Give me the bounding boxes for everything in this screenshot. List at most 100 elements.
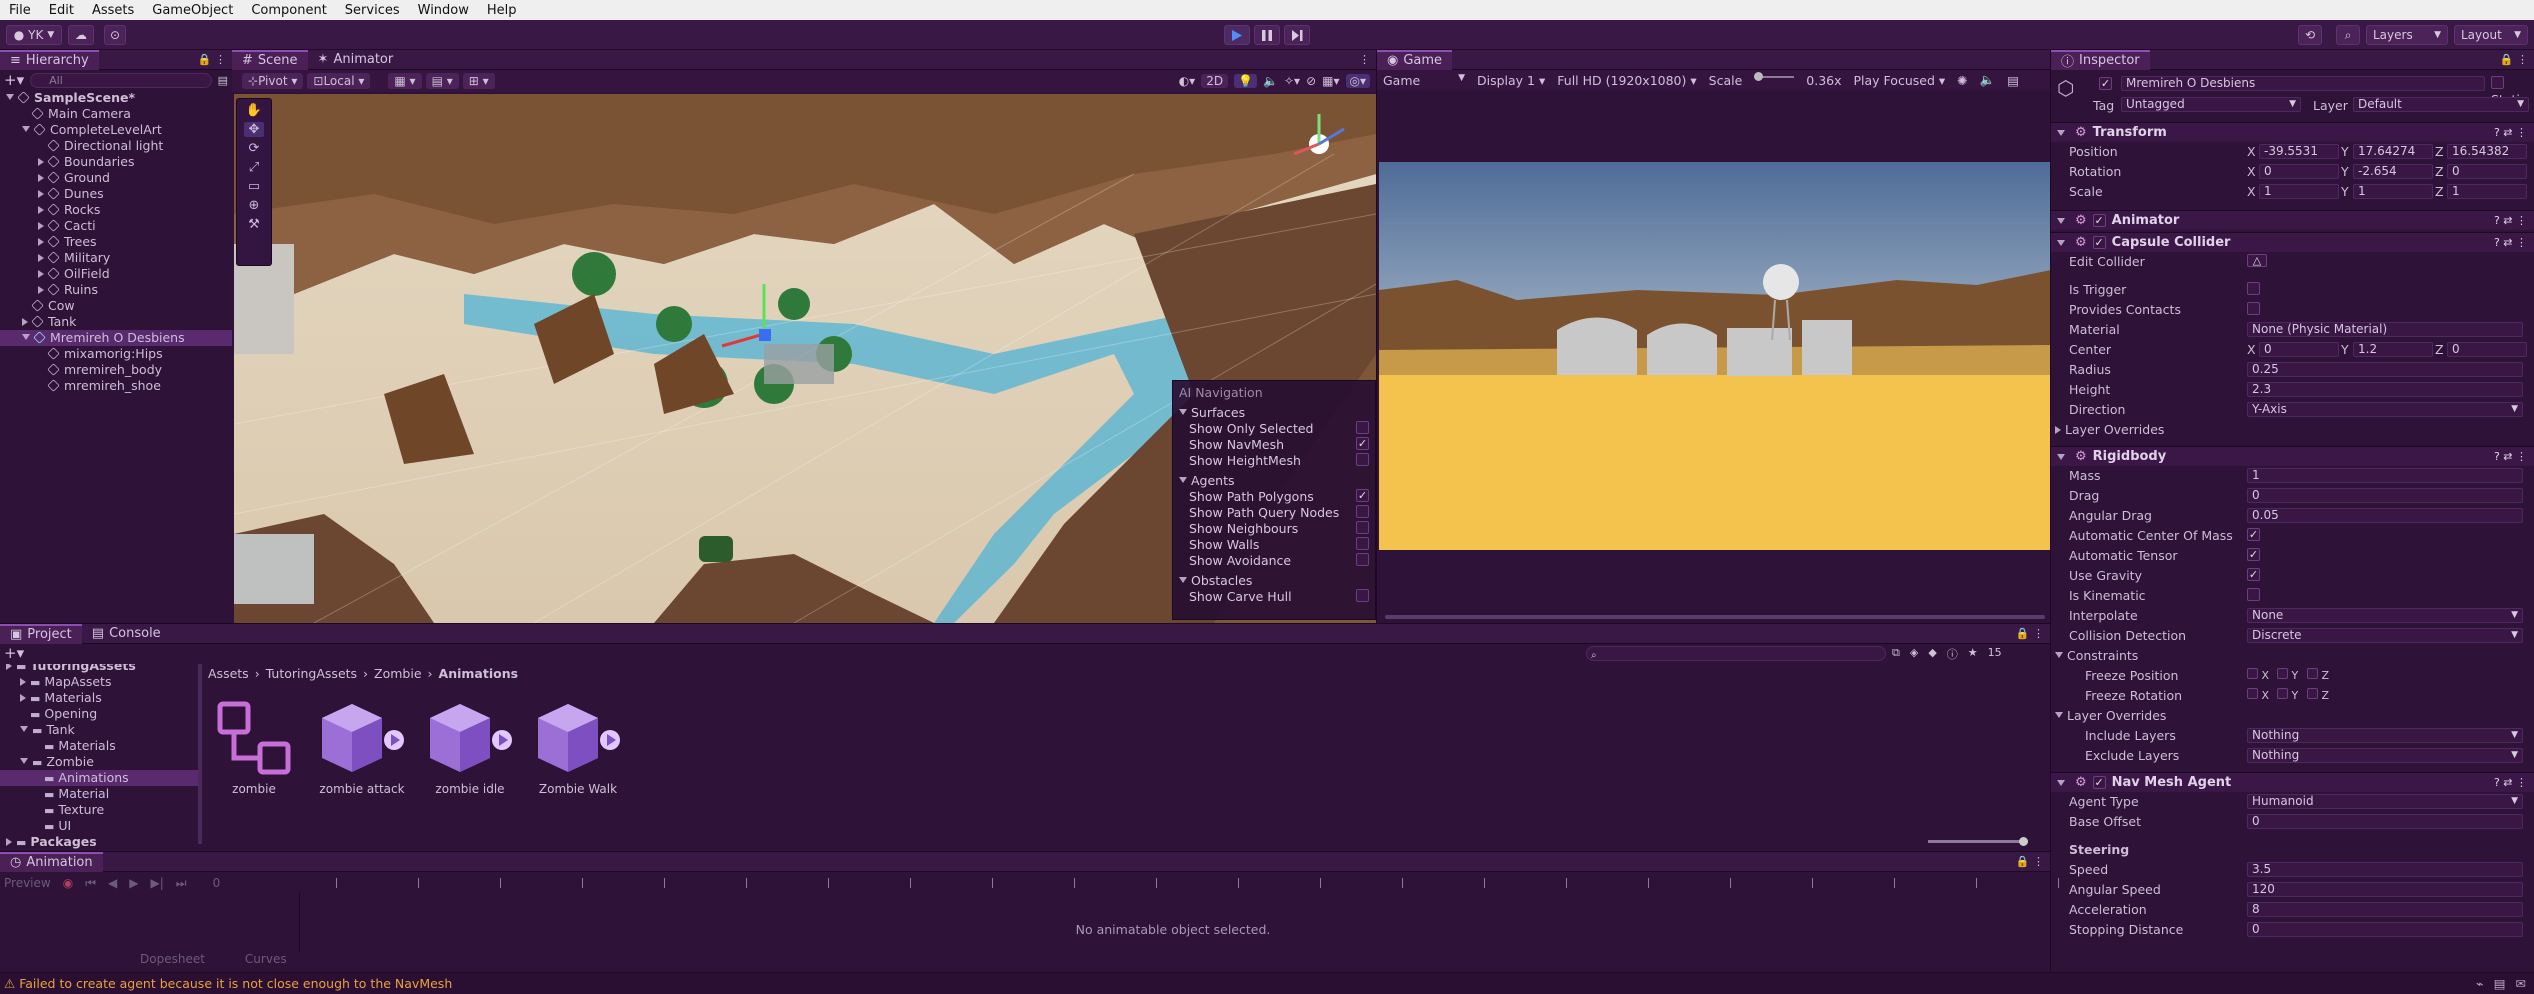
property-field[interactable]: 1 [2259,184,2339,199]
property-field[interactable]: 0 [2259,164,2339,179]
property-field[interactable]: -39.5531 [2259,144,2339,159]
snap-increment-button[interactable]: ▤ ▾ [425,73,459,89]
property-field[interactable]: 17.64274 [2353,144,2433,159]
expand-icon[interactable] [20,726,28,732]
nav-option-checkbox[interactable] [1356,589,1369,602]
game-mode-dropdown[interactable]: Game ▼ [1383,73,1465,88]
panel-menu-icon[interactable]: 🔒 ⋮ [2500,53,2534,66]
freeze-axis-toggle[interactable]: Y [2277,668,2298,682]
component-header[interactable]: ⚙ ✓ Capsule Collider? ⇄ ⋮ [2051,232,2534,252]
hierarchy-item[interactable]: Mremireh O Desbiens [0,330,232,346]
hierarchy-item[interactable]: Ruins [0,282,232,298]
star-icon[interactable]: ★ [1968,646,1978,662]
layout-dropdown[interactable]: Layout ▼ [2454,25,2528,45]
component-menu-icon[interactable]: ? ⇄ ⋮ [2494,236,2527,249]
property-field[interactable]: 0.05 [2247,508,2523,523]
project-folder[interactable]: ▬ TutoringAssets [0,664,200,674]
move-tool-icon[interactable]: ✥ [243,122,265,137]
hierarchy-item[interactable]: mixamorig:Hips [0,346,232,362]
expand-icon[interactable] [38,174,44,182]
menu-help[interactable]: Help [478,3,526,18]
nav-option-checkbox[interactable] [1356,453,1369,466]
tab-hierarchy[interactable]: ≡ Hierarchy [0,49,99,70]
property-field[interactable]: 0 [2447,164,2527,179]
expand-icon[interactable] [22,334,30,340]
hierarchy-item[interactable]: Rocks [0,202,232,218]
expand-icon[interactable] [38,254,44,262]
record-icon[interactable]: ◉ [63,876,73,890]
property-field[interactable]: 0 [2247,922,2523,937]
resolution-dropdown[interactable]: Full HD (1920x1080) ▾ [1557,73,1696,88]
pause-button[interactable] [1254,25,1280,45]
property-dropdown[interactable]: Nothing ▼ [2247,748,2523,763]
play-button[interactable] [1224,25,1250,45]
freeze-axis-toggle[interactable]: X [2247,668,2269,682]
property-checkbox[interactable] [2247,302,2260,315]
asset-item[interactable]: zombie attack [318,700,406,796]
expand-icon[interactable] [38,222,44,230]
component-header[interactable]: ⚙ ✓ Nav Mesh Agent? ⇄ ⋮ [2051,772,2534,792]
hierarchy-item[interactable]: SampleScene* [0,90,232,106]
component-menu-icon[interactable]: ? ⇄ ⋮ [2494,450,2527,463]
project-folder[interactable]: ▬ Tank [0,722,200,738]
filter-label-icon[interactable]: ◈ [1910,646,1918,662]
property-checkbox[interactable] [2247,282,2260,295]
custom-tool-icon[interactable]: ⚒ [248,217,260,232]
component-menu-icon[interactable]: ? ⇄ ⋮ [2494,214,2527,227]
property-field[interactable]: 0.25 [2247,362,2523,377]
project-search-input[interactable]: ⌕ [1586,646,1886,661]
breadcrumb-item[interactable]: Assets [208,666,249,681]
tag-dropdown[interactable]: Untagged ▼ [2121,97,2301,112]
filter-tag-icon[interactable]: ◆ [1928,646,1936,662]
lighting-icon[interactable]: 💡 [1234,74,1258,88]
project-folder[interactable]: ▬ Packages [0,834,200,850]
hidden-objects-icon[interactable]: ⊘ [1306,74,1316,88]
timeline-ruler[interactable] [300,876,2059,890]
nav-option[interactable]: Show Walls [1179,537,1375,553]
step-button[interactable] [1284,25,1310,45]
panel-menu-icon[interactable]: 🔒 ⋮ [2016,627,2050,640]
project-folder[interactable]: ▬ Texture [0,802,200,818]
property-field[interactable]: 1.2 [2353,342,2433,357]
expand-icon[interactable] [6,94,14,100]
panel-menu-icon[interactable]: 🔒 ⋮ [198,53,232,66]
property-field[interactable]: 0 [2259,342,2339,357]
breadcrumb-item[interactable]: Zombie [374,666,422,681]
project-folder[interactable]: ▬ MapAssets [0,674,200,690]
next-key-icon[interactable]: ▶| [150,876,163,890]
tab-curves[interactable]: Curves [245,952,287,966]
hierarchy-item[interactable]: Boundaries [0,154,232,170]
expand-icon[interactable] [38,238,44,246]
hierarchy-item[interactable]: Tank [0,314,232,330]
property-checkbox[interactable]: ✓ [2247,548,2260,561]
nav-option-checkbox[interactable] [1356,553,1369,566]
property-field[interactable]: 120 [2247,882,2523,897]
menu-assets[interactable]: Assets [83,3,143,18]
hand-tool-icon[interactable]: ✋ [246,103,262,118]
nav-option[interactable]: Show Avoidance [1179,553,1375,569]
hierarchy-item[interactable]: Ground [0,170,232,186]
hierarchy-item[interactable]: Military [0,250,232,266]
tab-inspector[interactable]: ⓘ Inspector [2051,50,2150,70]
search-icon[interactable]: ⌕ [2336,25,2360,45]
nav-option[interactable]: Show Only Selected [1179,421,1375,437]
hierarchy-item[interactable]: Cacti [0,218,232,234]
freeze-axis-toggle[interactable]: Y [2277,688,2298,702]
expand-icon[interactable] [38,190,44,198]
expand-icon[interactable] [38,286,44,294]
nav-section-header[interactable]: Surfaces [1179,405,1375,421]
layer-overrides-foldout[interactable]: Layer Overrides [2055,708,2166,723]
menu-gameobject[interactable]: GameObject [143,3,242,18]
property-field[interactable]: -2.654 [2353,164,2433,179]
menu-window[interactable]: Window [409,3,478,18]
expand-icon[interactable] [6,664,12,670]
project-folder[interactable]: ▬ Material [0,786,200,802]
property-field[interactable]: 0 [2247,814,2523,829]
hierarchy-item[interactable]: mremireh_shoe [0,378,232,394]
breadcrumb-item[interactable]: Animations [439,666,519,681]
property-field[interactable]: 16.54382 [2447,144,2527,159]
component-header[interactable]: ⚙ ✓ Animator? ⇄ ⋮ [2051,210,2534,230]
effects-icon[interactable]: ✧▾ [1284,74,1300,88]
game-horizontal-scrollbar[interactable] [1385,615,2045,619]
local-dropdown[interactable]: ⊡Local ▾ [307,73,371,89]
